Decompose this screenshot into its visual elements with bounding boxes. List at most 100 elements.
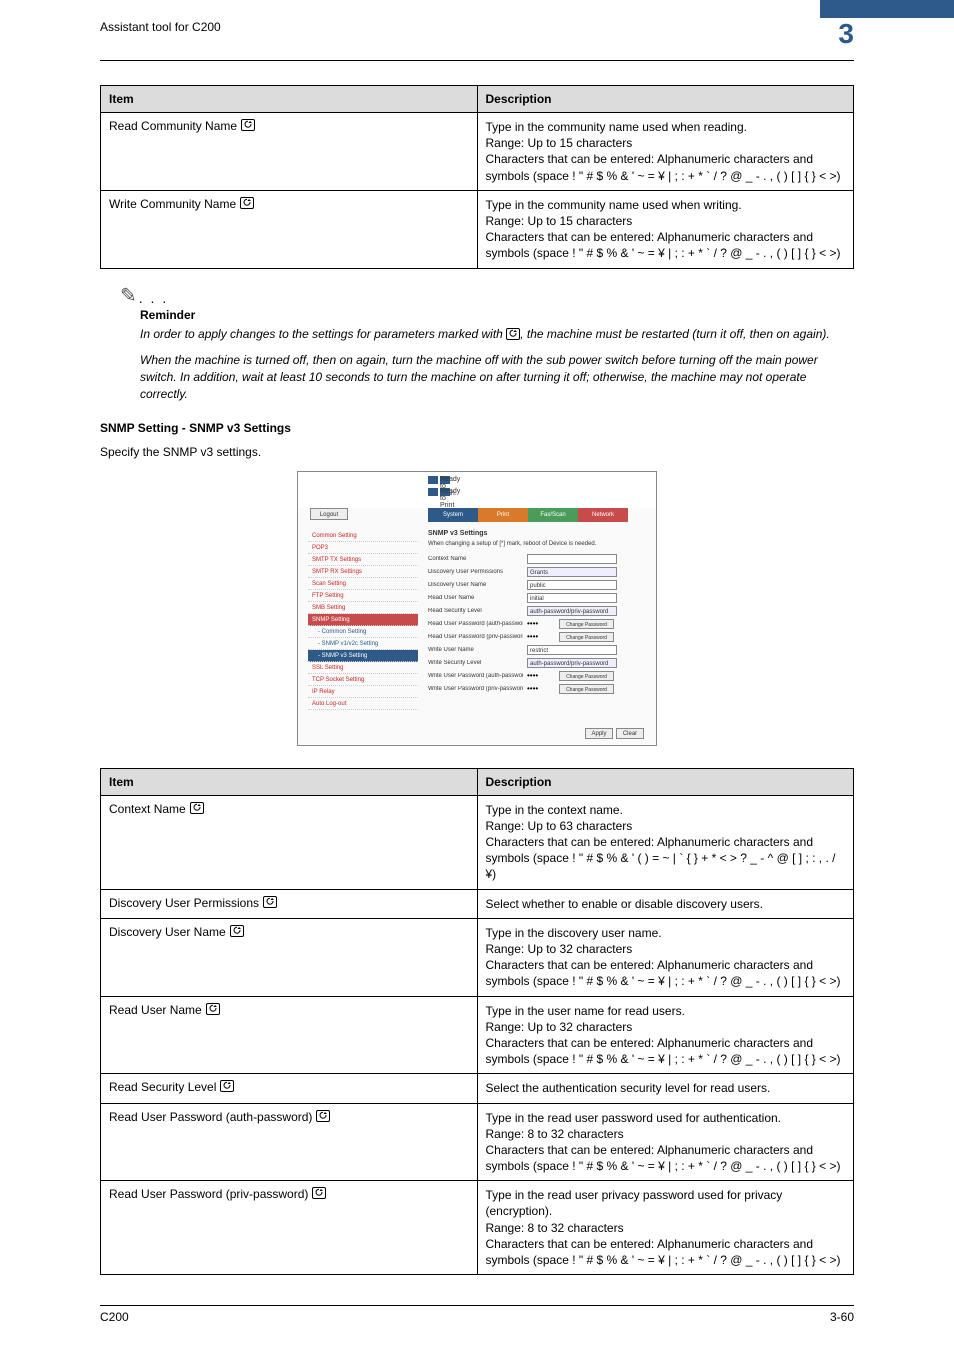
chapter-number: 3 xyxy=(820,20,854,48)
tab-network[interactable]: Network xyxy=(578,508,628,522)
section-title: SNMP Setting - SNMP v3 Settings xyxy=(100,421,854,435)
sidebar-item[interactable]: SSL Setting xyxy=(308,662,418,674)
table2-r2-d1: Type in the discovery user name. xyxy=(486,925,846,941)
table2-r2-item: Discovery User Name xyxy=(109,925,226,939)
table1-head-item: Item xyxy=(101,86,478,113)
table1-r1-d3: Characters that can be entered: Alphanum… xyxy=(486,229,846,261)
embedded-screenshot: Ready to scan. Ready to Print Logout Sys… xyxy=(297,471,657,746)
table-row: Context Name Type in the context name. R… xyxy=(101,795,854,889)
sidebar-item[interactable]: SMB Setting xyxy=(308,602,418,614)
apply-button[interactable]: Apply xyxy=(585,728,613,739)
table2-r4-item: Read Security Level xyxy=(109,1080,216,1094)
table2-r2-d2: Range: Up to 32 characters xyxy=(486,941,846,957)
select-disc-perm[interactable]: Grants xyxy=(527,567,617,577)
reminder-paragraph-1: In order to apply changes to the setting… xyxy=(140,326,854,343)
sidebar-subitem[interactable]: - SNMP v1/v2c Setting xyxy=(308,638,418,650)
table-row: Discovery User Permissions Select whethe… xyxy=(101,889,854,918)
table2-r0-d3: Characters that can be entered: Alphanum… xyxy=(486,834,846,883)
shot-main-title: SNMP v3 Settings xyxy=(428,530,648,537)
table1-head-desc: Description xyxy=(477,86,854,113)
sidebar-item[interactable]: Auto Log-out xyxy=(308,698,418,710)
sidebar-subitem[interactable]: - Common Setting xyxy=(308,626,418,638)
table2-r5-item: Read User Password (auth-password) xyxy=(109,1110,312,1124)
sidebar-item[interactable]: SMTP TX Settings xyxy=(308,554,418,566)
table2-r5-d2: Range: 8 to 32 characters xyxy=(486,1126,846,1142)
reminder-dots: . . . xyxy=(139,290,168,308)
table1-r0-item: Read Community Name xyxy=(109,119,237,133)
header-rule xyxy=(100,60,854,61)
sidebar-item-snmp[interactable]: SNMP Setting xyxy=(308,614,418,626)
sidebar-item[interactable]: POP3 xyxy=(308,542,418,554)
sidebar-item[interactable]: IP Relay xyxy=(308,686,418,698)
restart-required-icon xyxy=(190,802,204,814)
change-password-button[interactable]: Change Password xyxy=(559,684,614,694)
input-write-name[interactable]: restrict xyxy=(527,645,617,655)
screenshot-wrap: Ready to scan. Ready to Print Logout Sys… xyxy=(100,471,854,746)
label-write-auth: Write User Password (auth-password) xyxy=(428,673,523,679)
table-community-names: Item Description Read Community Name Typ… xyxy=(100,85,854,269)
shot-ready2: Ready to Print xyxy=(440,488,450,496)
label-read-name: Read User Name xyxy=(428,595,523,601)
table-row: Read Security Level Select the authentic… xyxy=(101,1074,854,1103)
table2-r1-item: Discovery User Permissions xyxy=(109,896,259,910)
table1-r0-d1: Type in the community name used when rea… xyxy=(486,119,846,135)
table2-r5-d1: Type in the read user password used for … xyxy=(486,1110,846,1126)
sidebar-item[interactable]: FTP Setting xyxy=(308,590,418,602)
table2-r0-d2: Range: Up to 63 characters xyxy=(486,818,846,834)
table-row: Write Community Name Type in the communi… xyxy=(101,190,854,268)
label-write-name: Write User Name xyxy=(428,647,523,653)
table-row: Read User Password (auth-password) Type … xyxy=(101,1103,854,1181)
sidebar-subitem-snmpv3[interactable]: - SNMP v3 Setting xyxy=(308,650,418,662)
label-disc-name: Discovery User Name xyxy=(428,582,523,588)
restart-required-icon xyxy=(312,1187,326,1199)
restart-required-icon xyxy=(206,1003,220,1015)
table2-r3-d1: Type in the user name for read users. xyxy=(486,1003,846,1019)
footer-left: C200 xyxy=(100,1310,129,1324)
input-read-name[interactable]: initial xyxy=(527,593,617,603)
reminder-hand-icon: ✎ xyxy=(120,283,137,308)
change-password-button[interactable]: Change Password xyxy=(559,632,614,642)
shot-main-note: When changing a setup of [*] mark, reboo… xyxy=(428,541,648,547)
select-read-sec[interactable]: auth-password/priv-password xyxy=(527,606,617,616)
restart-required-icon xyxy=(241,119,255,131)
table-row: Read Community Name Type in the communit… xyxy=(101,113,854,191)
footer-right: 3-60 xyxy=(830,1310,854,1324)
input-disc-name[interactable]: public xyxy=(527,580,617,590)
input-context-name[interactable] xyxy=(527,554,617,564)
table2-r6-d1: Type in the read user privacy password u… xyxy=(486,1187,846,1219)
sidebar-item[interactable]: TCP Socket Setting xyxy=(308,674,418,686)
label-read-priv: Read User Password (priv-password) xyxy=(428,634,523,640)
tab-print[interactable]: Print xyxy=(478,508,528,522)
sidebar-item[interactable]: Common Setting xyxy=(308,530,418,542)
select-write-sec[interactable]: auth-password/priv-password xyxy=(527,658,617,668)
table2-r6-item: Read User Password (priv-password) xyxy=(109,1187,308,1201)
reminder-p1a: In order to apply changes to the setting… xyxy=(140,327,503,341)
table2-r3-item: Read User Name xyxy=(109,1003,202,1017)
table-row: Read User Password (priv-password) Type … xyxy=(101,1181,854,1275)
table2-r0-d1: Type in the context name. xyxy=(486,802,846,818)
table-snmpv3-settings: Item Description Context Name Type in th… xyxy=(100,768,854,1276)
sidebar-item[interactable]: Scan Setting xyxy=(308,578,418,590)
change-password-button[interactable]: Change Password xyxy=(559,619,614,629)
restart-required-icon xyxy=(220,1080,234,1092)
table2-r2-d3: Characters that can be entered: Alphanum… xyxy=(486,957,846,989)
tab-fax-scan[interactable]: Fax/Scan xyxy=(528,508,578,522)
table2-r3-d3: Characters that can be entered: Alphanum… xyxy=(486,1035,846,1067)
table2-r4-d1: Select the authentication security level… xyxy=(486,1080,846,1096)
restart-required-icon xyxy=(263,896,277,908)
restart-required-icon xyxy=(230,925,244,937)
reminder-paragraph-2: When the machine is turned off, then on … xyxy=(140,352,854,402)
restart-required-icon xyxy=(240,197,254,209)
table-row: Read User Name Type in the user name for… xyxy=(101,996,854,1074)
reminder-block: ✎ . . . Reminder In order to apply chang… xyxy=(120,283,854,403)
table2-r6-d3: Characters that can be entered: Alphanum… xyxy=(486,1236,846,1268)
table2-r3-d2: Range: Up to 32 characters xyxy=(486,1019,846,1035)
clear-button[interactable]: Clear xyxy=(616,728,644,739)
copier-icon xyxy=(428,476,438,484)
sidebar-item[interactable]: SMTP RX Settings xyxy=(308,566,418,578)
table1-r1-item: Write Community Name xyxy=(109,197,236,211)
printer-icon xyxy=(428,488,438,496)
change-password-button[interactable]: Change Password xyxy=(559,671,614,681)
tab-system[interactable]: System xyxy=(428,508,478,522)
logout-button[interactable]: Logout xyxy=(310,508,348,520)
